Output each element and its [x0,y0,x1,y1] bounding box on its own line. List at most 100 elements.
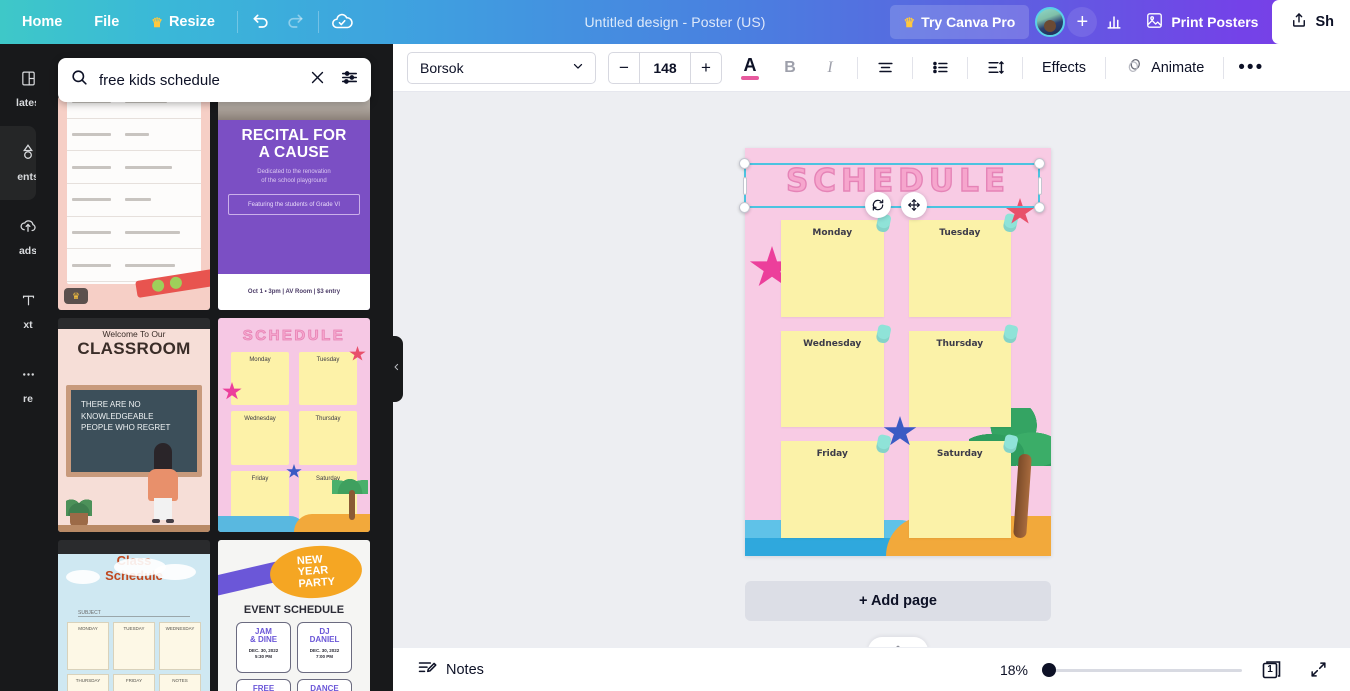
design-day-grid: Monday Tuesday Wednesday Thursday Friday… [781,212,1019,538]
day-cell: FRIDAY [113,674,155,691]
bullet-list-icon[interactable] [922,50,958,86]
templates-icon [20,70,37,92]
filter-sliders-icon[interactable] [332,68,359,92]
notes-label: Notes [446,661,484,678]
add-collaborator-button[interactable]: + [1067,7,1098,37]
day-card-thursday[interactable]: Thursday [908,323,1019,428]
home-button[interactable]: Home [8,6,76,38]
resize-button[interactable]: ♛ Resize [137,6,229,38]
event-card: DJ DANIEL DEC. 30, 2022 7:00 PM [297,622,352,673]
line-spacing-icon[interactable] [977,50,1013,86]
animate-button[interactable]: Animate [1113,50,1216,86]
text-color-swatch [741,75,759,80]
day-label: Saturday [936,449,983,460]
recital-footer: Oct 1 • 3pm | AV Room | $3 entry [218,274,370,310]
timetable-artwork [58,96,210,310]
day-card-saturday[interactable]: Saturday [908,434,1019,538]
day-card-monday[interactable]: Monday [781,212,892,317]
toolbar-divider [912,56,913,79]
day-card-wednesday[interactable]: Wednesday [781,323,892,428]
day-cell: THURSDAY [67,674,109,691]
day-card: Wednesday [231,411,289,465]
zoom-slider-knob[interactable] [1042,662,1056,677]
day-label: Tuesday [939,228,981,238]
template-thumbnail-timetable[interactable]: ♛ [58,96,210,310]
pro-badge: ♛ [64,288,88,304]
file-menu-button[interactable]: File [80,6,133,38]
share-button[interactable]: Sh [1272,0,1350,44]
toolbar-divider [1022,56,1023,79]
avatar[interactable] [1035,7,1066,37]
sidebar-item-text[interactable]: xt [0,274,36,348]
template-thumbnail-pastel-schedule[interactable]: SCHEDULE Monday Tuesday Wednesday Thursd… [218,318,370,532]
day-label: Thursday [936,338,984,349]
template-results-grid[interactable]: ♛ RECITAL FOR A CAUSE Dedicated to the re… [58,96,393,691]
day-card-tuesday[interactable]: Tuesday [908,212,1019,317]
pages-grid-icon[interactable]: 1 [1256,654,1288,686]
palm-tree [332,472,368,520]
recital-title: RECITAL FOR A CAUSE [241,127,347,161]
more-options-button[interactable]: ••• [1233,50,1269,86]
template-thumbnail-recital[interactable]: RECITAL FOR A CAUSE Dedicated to the reno… [218,96,370,310]
insights-icon[interactable] [1097,6,1131,38]
rotate-handle-icon[interactable] [865,192,891,218]
add-page-button[interactable]: + Add page [745,581,1051,621]
notes-button[interactable]: Notes [407,654,494,686]
sidebar-item-templates[interactable]: lates [0,52,36,126]
file-label: File [94,14,120,30]
decrease-font-size-button[interactable]: − [609,53,639,83]
zoom-slider-track [1042,668,1242,672]
text-icon [20,292,37,314]
sidebar-item-label: xt [23,318,33,331]
search-bar[interactable] [58,58,371,102]
chevron-up-icon [891,640,905,647]
scroll-up-affordance[interactable] [868,637,928,647]
bold-button[interactable]: B [772,50,808,86]
template-thumbnail-class-schedule[interactable]: ClassSchedule SUBJECT MONDAY TUESDAY WED… [58,540,210,691]
move-handle-icon[interactable] [901,192,927,218]
plant-decoration [64,493,94,527]
day-cell: NOTES [159,674,201,691]
font-family-select[interactable]: Borsok [407,51,596,84]
align-center-icon[interactable] [867,50,903,86]
sea [218,516,307,532]
sidebar-item-uploads[interactable]: ads [0,200,36,274]
recital-artwork: RECITAL FOR A CAUSE Dedicated to the reno… [218,96,370,310]
crown-icon: ♛ [903,14,916,30]
fullscreen-icon[interactable] [1302,654,1334,686]
more-icon [20,366,37,388]
template-thumbnail-classroom[interactable]: Welcome To Our CLASSROOM THERE ARE NO KN… [58,318,210,532]
table-row [67,184,201,217]
chalkboard: THERE ARE NO KNOWLEDGEABLE PEOPLE WHO RE… [66,385,202,477]
day-cell: TUESDAY [113,622,155,670]
text-color-button[interactable]: A [732,50,768,86]
font-size-stepper[interactable]: − 148 + [608,51,722,84]
font-size-input[interactable]: 148 [639,52,691,83]
print-image-icon [1145,11,1164,33]
effects-label: Effects [1042,59,1087,76]
increase-font-size-button[interactable]: + [691,53,721,83]
sidebar-item-more[interactable]: re [0,348,36,422]
zoom-slider[interactable] [1042,660,1242,680]
close-icon[interactable] [303,69,332,91]
header-divider-2 [317,11,319,33]
day-label: Wednesday [803,338,862,349]
try-canva-pro-button[interactable]: ♛ Try Canva Pro [889,5,1030,39]
undo-icon[interactable] [244,6,278,38]
sidebar-item-label: ents [17,171,36,183]
collapse-panel-button[interactable] [389,336,403,402]
recital-band: Featuring the students of Grade VI [228,194,360,216]
print-posters-button[interactable]: Print Posters [1131,5,1272,39]
schedule-title: SCHEDULE [242,327,346,345]
cloud-saved-icon[interactable] [325,6,359,38]
zoom-controls: 18% 1 [990,654,1334,686]
template-thumbnail-new-year-party[interactable]: NEW YEAR PARTY EVENT SCHEDULE JAM & DINE DEC… [218,540,370,691]
search-input[interactable] [89,71,303,89]
effects-button[interactable]: Effects [1030,50,1098,86]
redo-icon[interactable] [278,6,312,38]
event-card: FREEDRINKSDEC. 31, 20226:30 PM [236,679,291,691]
sidebar-item-elements[interactable]: ents [0,126,36,200]
day-card-friday[interactable]: Friday [781,434,892,538]
canvas-area[interactable]: SCHEDULE Monday Tuesday Wednesday Thursd… [393,92,1350,647]
italic-button[interactable]: I [812,50,848,86]
